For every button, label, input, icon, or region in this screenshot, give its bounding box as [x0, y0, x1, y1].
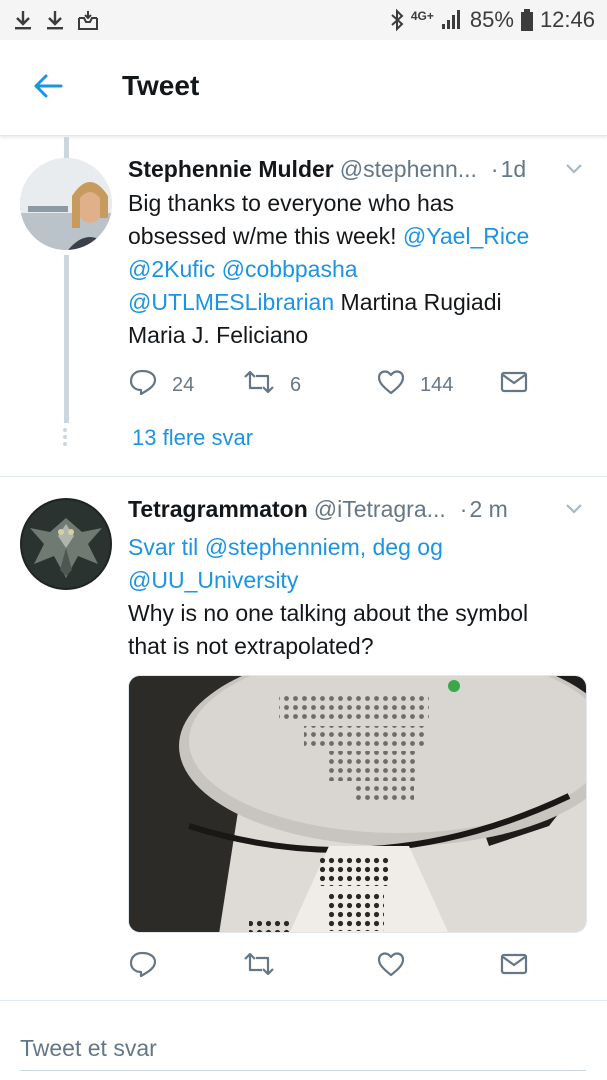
reply-to-link[interactable]: @stephenniem, deg og	[205, 534, 443, 560]
like-count: 144	[420, 373, 454, 396]
tweet-header: Tetragrammaton @iTetragra... · 2 m	[128, 495, 508, 523]
mention-link[interactable]: @cobbpasha	[222, 256, 358, 282]
chevron-down-icon	[565, 162, 583, 180]
author-handle[interactable]: @iTetragra...	[314, 496, 446, 523]
back-arrow-icon	[32, 72, 64, 105]
thread-line	[64, 255, 69, 423]
reply-context-label: Svar til	[128, 534, 205, 560]
tweet-text: Big thanks to everyone who has obsessed …	[128, 190, 530, 348]
tweet-image[interactable]	[128, 675, 587, 933]
author-handle[interactable]: @stephenn...	[340, 156, 477, 183]
author-name[interactable]: Stephennie Mulder	[128, 156, 334, 183]
reply-button[interactable]	[128, 950, 158, 984]
retweet-button[interactable]: 6	[242, 368, 301, 402]
like-icon	[376, 368, 406, 402]
mention-link[interactable]: @2Kufic	[128, 256, 215, 282]
mention-link[interactable]: @UTLMESLibrarian	[128, 289, 334, 315]
tweet-time[interactable]: 1d	[501, 156, 527, 183]
top-bar: Tweet	[0, 40, 607, 136]
battery-icon	[520, 8, 534, 32]
reply-input[interactable]	[20, 1027, 586, 1071]
inbox-icon	[76, 9, 100, 31]
network-type: 4G+	[410, 9, 434, 23]
show-more-replies-link[interactable]: 13 flere svar	[132, 425, 253, 451]
download-icon	[12, 9, 34, 31]
thread-dots	[63, 428, 69, 449]
retweet-button[interactable]	[242, 950, 276, 984]
chevron-down-icon	[565, 502, 583, 520]
reply-count: 24	[172, 373, 195, 396]
like-icon	[376, 950, 406, 984]
reply-composer	[0, 1000, 607, 1080]
reply-to-link[interactable]: @UU_University	[128, 567, 298, 593]
share-icon	[500, 952, 528, 982]
like-button[interactable]	[376, 950, 406, 984]
reply-icon	[128, 950, 158, 984]
share-button[interactable]	[500, 950, 528, 984]
reply-button[interactable]: 24	[128, 368, 194, 402]
bluetooth-icon	[389, 8, 405, 32]
thread-line	[64, 137, 69, 159]
reply-icon	[128, 368, 158, 402]
tweet-header: Stephennie Mulder @stephenn... · 1d	[128, 155, 527, 183]
tweet-actions	[128, 950, 548, 984]
clock: 12:46	[539, 7, 595, 32]
retweet-icon	[242, 951, 276, 983]
battery-level: 85%	[469, 7, 514, 32]
avatar[interactable]	[20, 158, 112, 250]
retweet-count: 6	[290, 373, 302, 396]
retweet-icon	[242, 369, 276, 401]
download-icon	[44, 9, 66, 31]
author-name[interactable]: Tetragrammaton	[128, 496, 308, 523]
divider	[0, 476, 607, 477]
mention-link[interactable]: @Yael_Rice	[403, 223, 529, 249]
share-button[interactable]	[500, 368, 528, 402]
share-icon	[500, 370, 528, 400]
tweet-menu-button[interactable]	[563, 500, 585, 522]
signal-icon	[440, 9, 464, 31]
tweet-text: Svar til @stephenniem, deg og @UU_Univer…	[128, 534, 529, 659]
page-title: Tweet	[122, 70, 200, 101]
tweet-actions: 24 6 144	[128, 368, 548, 402]
like-button[interactable]: 144	[376, 368, 453, 402]
tweet-time[interactable]: 2 m	[469, 496, 507, 523]
tweet-menu-button[interactable]	[563, 160, 585, 182]
avatar[interactable]	[20, 498, 112, 590]
back-button[interactable]	[28, 70, 68, 106]
status-bar: 4G+ 85% 12:46	[0, 0, 607, 40]
